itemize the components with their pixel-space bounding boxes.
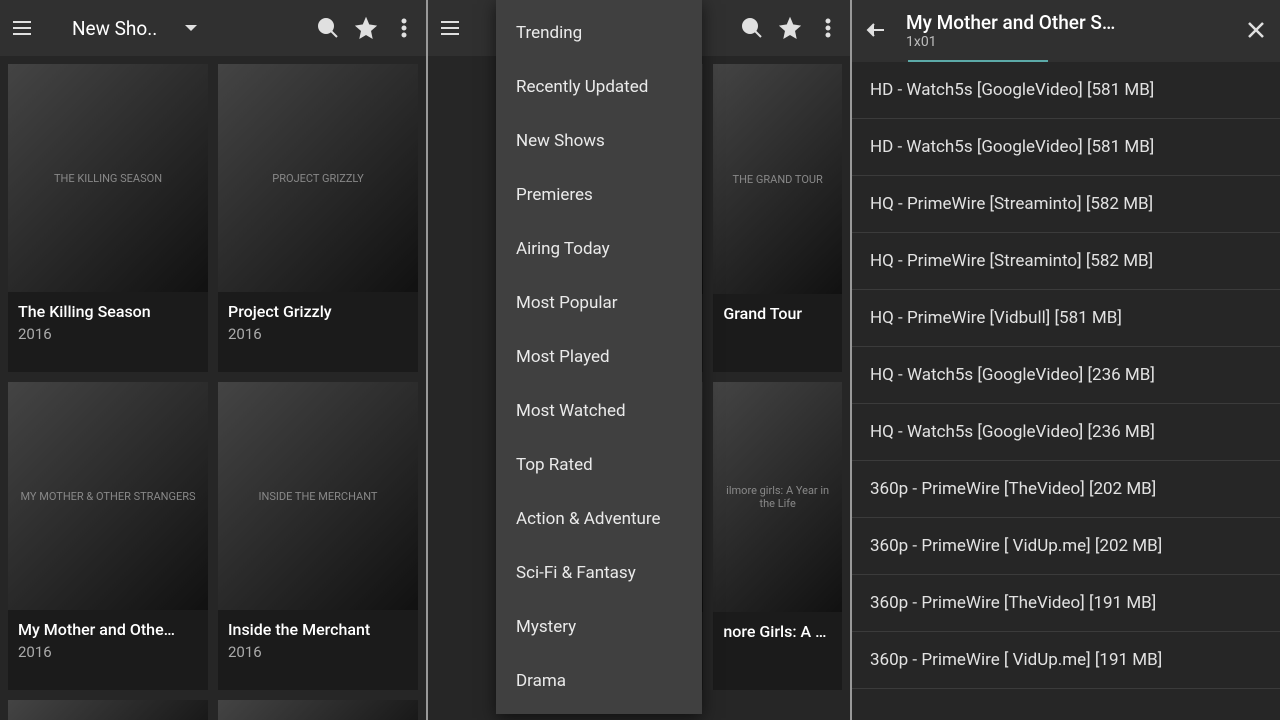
back-icon[interactable] <box>862 16 890 44</box>
show-title: My Mother and Othe… <box>18 620 198 639</box>
menu-item[interactable]: Most Played <box>496 330 702 384</box>
detail-appbar: My Mother and Other S… 1x01 <box>852 0 1280 60</box>
menu-item[interactable]: Sci-Fi & Fantasy <box>496 546 702 600</box>
show-title: The Killing Season <box>18 302 198 321</box>
poster-image: INSIDE THE MERCHANT <box>218 382 418 610</box>
detail-title: My Mother and Other S… <box>906 11 1226 34</box>
show-year: 2016 <box>228 325 408 343</box>
show-year: 2016 <box>18 643 198 661</box>
poster-image <box>218 700 418 720</box>
menu-item[interactable]: Most Popular <box>496 276 702 330</box>
menu-item[interactable]: Airing Today <box>496 222 702 276</box>
show-card[interactable]: MY MOTHER & OTHER STRANGERS My Mother an… <box>8 382 208 690</box>
show-grid: THE KILLING SEASON The Killing Season 20… <box>0 56 426 720</box>
star-icon[interactable] <box>776 14 804 42</box>
source-item[interactable]: HD - Watch5s [GoogleVideo] [581 MB] <box>852 119 1280 176</box>
poster-image: THE KILLING SEASON <box>8 64 208 292</box>
source-item[interactable]: HD - Watch5s [GoogleVideo] [581 MB] <box>852 62 1280 119</box>
source-item[interactable]: 360p - PrimeWire [ VidUp.me] [191 MB] <box>852 632 1280 689</box>
category-label: New Sho.. <box>72 17 157 40</box>
source-list: HD - Watch5s [GoogleVideo] [581 MB] HD -… <box>852 62 1280 689</box>
menu-item[interactable]: Top Rated <box>496 438 702 492</box>
appbar: New Sho.. <box>0 0 426 56</box>
search-icon[interactable] <box>314 14 342 42</box>
show-year: 2016 <box>18 325 198 343</box>
panel-browse: New Sho.. THE KILLING SEASON The Killing… <box>0 0 426 720</box>
menu-item[interactable]: Mystery <box>496 600 702 654</box>
poster-image: MY MOTHER & OTHER STRANGERS <box>8 382 208 610</box>
show-card[interactable] <box>8 700 208 720</box>
poster-image: THE GRAND TOUR <box>713 64 842 294</box>
source-item[interactable]: 360p - PrimeWire [TheVideo] [202 MB] <box>852 461 1280 518</box>
show-card[interactable] <box>218 700 418 720</box>
close-icon[interactable] <box>1242 16 1270 44</box>
menu-item[interactable]: New Shows <box>496 114 702 168</box>
poster-image: ilmore girls: A Year in the Life <box>713 382 842 612</box>
star-icon[interactable] <box>352 14 380 42</box>
panel-browse-menu-open: W Westwo… 2016 THE GRAND TOUR Grand Tour… <box>426 0 852 720</box>
show-card[interactable]: ilmore girls: A Year in the Life nore Gi… <box>713 382 842 690</box>
source-item[interactable]: 360p - PrimeWire [ VidUp.me] [202 MB] <box>852 518 1280 575</box>
show-title: Project Grizzly <box>228 302 408 321</box>
show-card[interactable]: THE KILLING SEASON The Killing Season 20… <box>8 64 208 372</box>
menu-item[interactable]: Premieres <box>496 168 702 222</box>
show-title: Grand Tour <box>723 304 832 323</box>
poster-image: PROJECT GRIZZLY <box>218 64 418 292</box>
source-item[interactable]: HQ - Watch5s [GoogleVideo] [236 MB] <box>852 347 1280 404</box>
menu-item[interactable]: Action & Adventure <box>496 492 702 546</box>
hamburger-icon[interactable] <box>8 14 36 42</box>
show-card[interactable]: PROJECT GRIZZLY Project Grizzly 2016 <box>218 64 418 372</box>
panel-sources: My Mother and Other S… 1x01 HD - Watch5s… <box>852 0 1280 720</box>
category-menu: Trending Recently Updated New Shows Prem… <box>496 0 702 714</box>
source-item[interactable]: HQ - PrimeWire [Streaminto] [582 MB] <box>852 233 1280 290</box>
menu-item[interactable]: Trending <box>496 6 702 60</box>
overflow-icon[interactable] <box>814 14 842 42</box>
category-dropdown[interactable]: New Sho.. <box>72 17 197 40</box>
detail-subtitle: 1x01 <box>906 34 1226 50</box>
poster-image <box>8 700 208 720</box>
show-title: Inside the Merchant <box>228 620 408 639</box>
menu-item[interactable]: Drama <box>496 654 702 708</box>
menu-item[interactable]: Recently Updated <box>496 60 702 114</box>
show-card[interactable]: INSIDE THE MERCHANT Inside the Merchant … <box>218 382 418 690</box>
hamburger-icon[interactable] <box>436 14 464 42</box>
menu-item[interactable]: Most Watched <box>496 384 702 438</box>
overflow-icon[interactable] <box>390 14 418 42</box>
tab-indicator <box>852 60 1280 62</box>
source-item[interactable]: HQ - PrimeWire [Streaminto] [582 MB] <box>852 176 1280 233</box>
show-year: 2016 <box>228 643 408 661</box>
source-item[interactable]: HQ - Watch5s [GoogleVideo] [236 MB] <box>852 404 1280 461</box>
source-item[interactable]: 360p - PrimeWire [TheVideo] [191 MB] <box>852 575 1280 632</box>
search-icon[interactable] <box>738 14 766 42</box>
show-card[interactable]: THE GRAND TOUR Grand Tour <box>713 64 842 372</box>
chevron-down-icon <box>185 25 197 31</box>
source-item[interactable]: HQ - PrimeWire [Vidbull] [581 MB] <box>852 290 1280 347</box>
show-title: nore Girls: A Yea… <box>723 622 832 641</box>
